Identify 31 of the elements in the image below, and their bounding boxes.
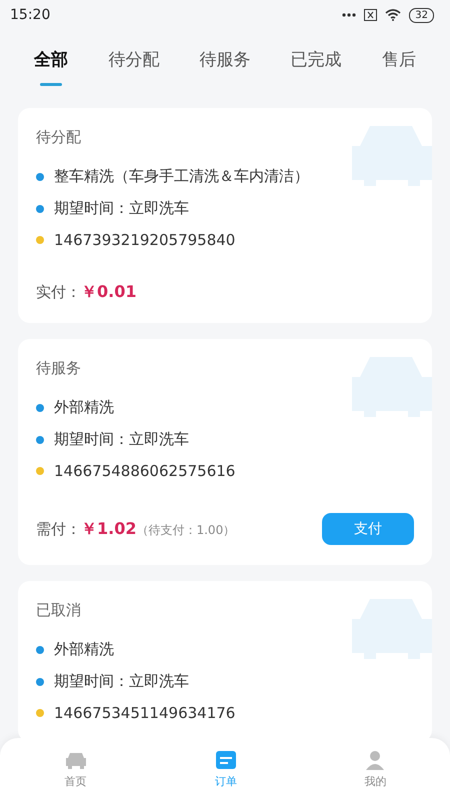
order-tab[interactable]: 待分配 [108,30,160,96]
price-note: （待支付：1.00） [136,522,236,538]
order-tab[interactable]: 已完成 [290,30,342,96]
price-label: 实付： [36,283,81,302]
order-detail: 1466754886062575616 [54,462,236,480]
sim-icon [364,9,378,21]
price-label: 需付： [36,520,81,538]
order-status: 已取消 [36,601,82,620]
order-status: 待服务 [36,359,82,378]
order-tab[interactable]: 待服务 [199,30,250,96]
list-icon [214,750,237,770]
order-tab[interactable]: 全部 [34,30,68,96]
order-status: 待分配 [36,128,82,147]
user-icon [364,750,386,770]
order-detail: 1467393219205795840 [54,231,236,249]
status-time: 15:20 [10,7,50,23]
order-detail: 1466753451149634176 [54,704,236,722]
order-detail: 期望时间：立即洗车 [54,430,189,449]
order-detail: 外部精洗 [54,640,114,659]
order-detail: 期望时间：立即洗车 [54,672,189,691]
price-value: ￥1.02 [81,518,136,540]
wifi-icon [385,9,402,21]
order-detail: 整车精洗（车身手工清洗＆车内清洁） [54,167,309,186]
more-icon [342,13,356,17]
price-value: ￥0.01 [81,282,136,303]
order-tab[interactable]: 售后 [382,30,416,96]
order-detail: 期望时间：立即洗车 [54,199,189,218]
battery-level: 32 [409,8,434,22]
order-detail: 外部精洗 [54,398,114,417]
nav-item[interactable]: 首页 [64,750,88,788]
nav-item[interactable]: 我的 [364,750,386,788]
